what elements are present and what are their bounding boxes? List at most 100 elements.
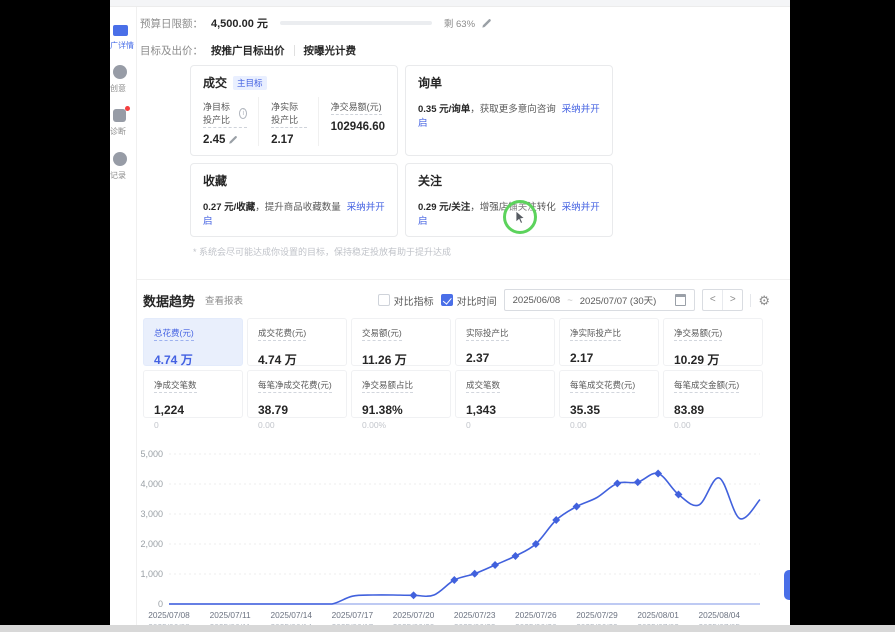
goal-card-inquiry: 询单 0.35 元/询单，获取更多意向咨询采纳并开启: [405, 65, 613, 156]
metric-value: 102946.60: [331, 121, 385, 133]
compare-metric-label: 对比指标: [394, 293, 434, 308]
metric-grid-row1: 总花费(元) 4.74 万 0.00 成交花费(元) 4.74 万 0.00 交…: [143, 318, 790, 366]
inquiry-price: 0.35 元/询单: [418, 104, 470, 115]
metric-label: 净交易额(元): [331, 100, 382, 115]
sidebar-item-label: 诊断: [110, 126, 136, 137]
notification-dot: [125, 106, 130, 111]
trend-header: 数据趋势 查看报表 对比指标 对比时间 2025/06/08 ~ 2025/07…: [143, 289, 770, 311]
sidebar-item-history[interactable]: 记录: [110, 152, 136, 181]
compare-metric-checkbox[interactable]: [378, 294, 390, 306]
compare-time-toggle[interactable]: 对比时间: [441, 293, 497, 308]
date-separator: ~: [567, 295, 573, 306]
line-chart[interactable]: 01,0002,0003,0004,0005,0002025/07/082025…: [137, 446, 772, 625]
metric-label: 净成交笔数: [154, 379, 197, 393]
click-indicator: [503, 200, 537, 234]
metric-cell-orders[interactable]: 成交笔数 1,343 0: [455, 370, 555, 418]
top-strip: [110, 0, 790, 7]
metric-label: 净目标投产比: [203, 100, 237, 126]
metric-label: 每笔净成交花费(元): [258, 379, 332, 393]
budget-remaining: 剩 63%: [444, 16, 475, 30]
date-start: 2025/06/08: [513, 295, 561, 306]
target-roi-edit-button[interactable]: [228, 135, 238, 145]
sidebar-item-diagnosis[interactable]: 诊断: [110, 109, 136, 137]
metric-cell-amount-per-order[interactable]: 每笔成交金额(元) 83.89 0.00: [663, 370, 763, 418]
bidding-option-goal[interactable]: 按推广目标出价: [211, 43, 285, 58]
metric-cell-gmv[interactable]: 交易额(元) 11.26 万 0.00: [351, 318, 451, 366]
side-drawer-handle[interactable]: [784, 570, 790, 600]
metric-cell-total-spend[interactable]: 总花费(元) 4.74 万 0.00: [143, 318, 243, 366]
svg-text:2025/07/08: 2025/07/08: [148, 610, 190, 620]
budget-label: 预算日限额：: [140, 16, 203, 31]
next-period-button[interactable]: >: [722, 290, 742, 310]
budget-edit-button[interactable]: [481, 18, 492, 29]
svg-text:4,000: 4,000: [140, 479, 163, 489]
divider: [294, 45, 295, 56]
follow-price: 0.29 元/关注: [418, 202, 470, 213]
metric-value: 4.74 万: [258, 351, 336, 368]
compare-time-checkbox[interactable]: [441, 294, 453, 306]
date-end: 2025/07/07 (30天): [580, 293, 657, 307]
info-icon[interactable]: i: [239, 108, 247, 119]
history-icon: [113, 152, 127, 166]
metric-cell-net-actual-roi[interactable]: 净实际投产比 2.17 0.00: [559, 318, 659, 366]
prev-period-button[interactable]: <: [703, 290, 722, 310]
metric-label: 净交易额占比: [362, 379, 413, 393]
metric-value: 11.26 万: [362, 351, 440, 368]
metric-cell-deal-spend[interactable]: 成交花费(元) 4.74 万 0.00: [247, 318, 347, 366]
svg-text:1,000: 1,000: [140, 569, 163, 579]
metric-label: 净交易额(元): [674, 327, 722, 341]
metric-cell-net-cost-per-order[interactable]: 每笔净成交花费(元) 38.79 0.00: [247, 370, 347, 418]
creative-icon: [113, 65, 127, 79]
svg-text:2025/08/01: 2025/08/01: [637, 610, 679, 620]
metric-cell-cost-per-order[interactable]: 每笔成交花费(元) 35.35 0.00: [559, 370, 659, 418]
metric-cell-net-gmv[interactable]: 净交易额(元) 10.29 万 0.00: [663, 318, 763, 366]
divider: [750, 294, 751, 307]
favorite-price: 0.27 元/收藏: [203, 202, 255, 213]
settings-gear-icon[interactable]: ⚙: [758, 294, 770, 307]
card-title: 成交: [203, 74, 227, 91]
sidebar-item-label: 广详情: [110, 40, 136, 51]
budget-row: 预算日限额： 4,500.00 元 剩 63%: [140, 15, 790, 31]
calendar-icon: [675, 294, 686, 306]
bidding-option-exposure[interactable]: 按曝光计费: [304, 43, 357, 58]
metric-compare-value: 0.00: [674, 420, 752, 430]
metric-label: 每笔成交金额(元): [674, 379, 739, 393]
metric-value: 2.45: [203, 134, 225, 146]
metric-cell-actual-roi[interactable]: 实际投产比 2.37 0.00: [455, 318, 555, 366]
metric-value: 2.17: [271, 134, 307, 146]
view-report-link[interactable]: 查看报表: [205, 293, 243, 307]
goal-cards: 成交 主目标 净目标投产比i 2.45 净实际投产比 2.17: [190, 65, 615, 237]
sidebar-item-label: 创意: [110, 83, 136, 94]
svg-text:2025/07/26: 2025/07/26: [515, 610, 557, 620]
goal-card-favorite: 收藏 0.27 元/收藏，提升商品收藏数量采纳并开启: [190, 163, 398, 237]
main-content: 预算日限额： 4,500.00 元 剩 63% 目标及出价： 按推广目标出价 按…: [137, 7, 790, 625]
metric-compare-value: 0.00: [258, 420, 336, 430]
metric-value: 91.38%: [362, 403, 440, 417]
svg-text:0: 0: [158, 599, 163, 609]
compare-metric-toggle[interactable]: 对比指标: [378, 293, 434, 308]
svg-text:2025/07/11: 2025/07/11: [210, 610, 251, 620]
metric-compare-value: 0: [154, 420, 232, 430]
goal-footnote: * 系统会尽可能达成你设置的目标，保持稳定投放有助于提升达成: [193, 245, 790, 258]
favorite-desc: ，提升商品收藏数量: [255, 202, 341, 213]
metric-value: 83.89: [674, 403, 752, 417]
metric-cell-net-gmv-ratio[interactable]: 净交易额占比 91.38% 0.00%: [351, 370, 451, 418]
budget-progress: [280, 21, 432, 25]
sidebar-item-creative[interactable]: 创意: [110, 65, 136, 94]
main-goal-badge: 主目标: [233, 76, 267, 90]
metric-compare-value: 0.00%: [362, 420, 440, 430]
svg-text:2025/07/29: 2025/07/29: [576, 610, 618, 620]
deal-metric-actual-roi: 净实际投产比 2.17: [258, 97, 318, 146]
metric-label: 成交笔数: [466, 379, 500, 393]
metric-compare-value: 0: [466, 420, 544, 430]
metric-cell-net-orders[interactable]: 净成交笔数 1,224 0: [143, 370, 243, 418]
metric-grid-row2: 净成交笔数 1,224 0 每笔净成交花费(元) 38.79 0.00 净交易额…: [143, 370, 790, 418]
metric-value: 38.79: [258, 403, 336, 417]
date-range-picker[interactable]: 2025/06/08 ~ 2025/07/07 (30天): [504, 289, 696, 311]
sidebar-item-promo-detail[interactable]: 广详情: [110, 25, 136, 51]
svg-text:5,000: 5,000: [140, 449, 163, 459]
pencil-icon: [228, 135, 238, 145]
card-title: 询单: [418, 74, 442, 91]
metric-label: 净实际投产比: [570, 327, 621, 341]
bidding-label: 目标及出价：: [140, 43, 203, 58]
